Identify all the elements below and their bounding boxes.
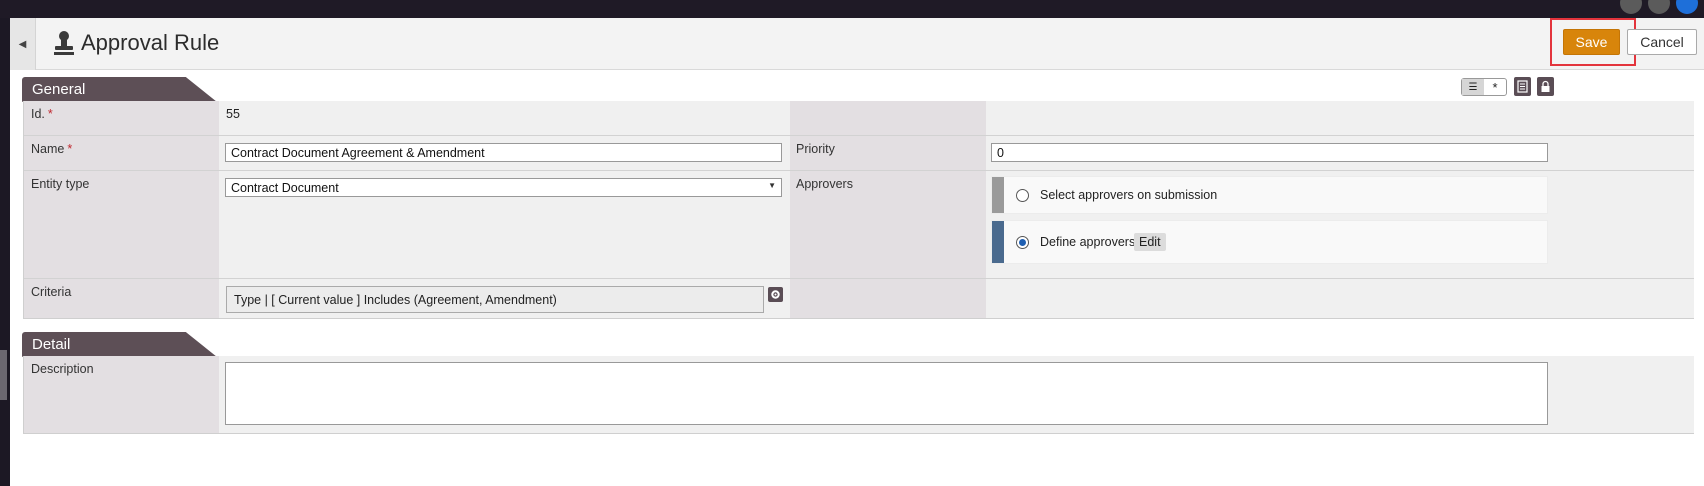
id-value: 55 (226, 107, 240, 121)
list-icon[interactable]: ☰ (1462, 79, 1484, 95)
approval-rule-window: ◀ Approval Rule Save Cancel General ☰ * (10, 18, 1704, 486)
chevron-down-icon: ▼ (768, 181, 776, 190)
cancel-button[interactable]: Cancel (1627, 29, 1697, 55)
criteria-field[interactable]: Type | [ Current value ] Includes (Agree… (226, 286, 764, 313)
side-panel-handle[interactable] (0, 350, 7, 400)
asterisk-icon[interactable]: * (1484, 79, 1506, 95)
general-grid: Id. * 55 Name * Contract Document Agreemen… (23, 101, 1694, 319)
stamp-icon (52, 30, 76, 56)
priority-field[interactable]: 0 (991, 143, 1548, 162)
entity-type-value: Contract Document (231, 181, 339, 195)
id-label: Id. * (31, 107, 53, 121)
approver-option-label: Select approvers on submission (1040, 188, 1218, 202)
collapse-sidebar-button[interactable]: ◀ (10, 18, 36, 70)
name-label: Name * (31, 142, 73, 156)
view-toggle[interactable]: ☰ * (1461, 78, 1507, 96)
top-bar (0, 0, 1704, 18)
entity-type-label: Entity type (31, 177, 90, 191)
section-title: General (32, 81, 86, 98)
window-control-icon[interactable] (1620, 0, 1642, 14)
entity-type-select[interactable]: Contract Document ▼ (225, 178, 782, 197)
section-tab-general[interactable]: General (22, 77, 217, 102)
radio-define-approvers[interactable] (1016, 236, 1029, 249)
detail-grid: Description (23, 356, 1694, 434)
required-marker: * (67, 142, 73, 156)
description-textarea[interactable] (225, 362, 1548, 425)
gear-icon[interactable] (768, 287, 783, 302)
radio-select-on-submission[interactable] (1016, 189, 1029, 202)
name-field[interactable]: Contract Document Agreement & Amendment (225, 143, 782, 162)
description-label: Description (31, 362, 94, 376)
approver-option-label: Define approvers (1040, 235, 1136, 249)
approver-option-select-on-submission[interactable]: Select approvers on submission (991, 176, 1548, 214)
page-header: ◀ Approval Rule Save Cancel (10, 18, 1704, 70)
approvers-label: Approvers (796, 177, 853, 191)
section-title: Detail (32, 336, 71, 353)
section-tab-detail[interactable]: Detail (22, 332, 217, 357)
approver-option-define[interactable]: Define approvers Edit (991, 220, 1548, 264)
save-button[interactable]: Save (1563, 29, 1620, 55)
window-control-icon[interactable] (1648, 0, 1670, 14)
required-marker: * (47, 107, 53, 121)
triangle-left-icon: ◀ (18, 38, 27, 50)
edit-approvers-button[interactable]: Edit (1134, 233, 1166, 251)
priority-label: Priority (796, 142, 835, 156)
lock-icon[interactable] (1537, 77, 1554, 96)
page-title: Approval Rule (81, 30, 220, 55)
notes-icon[interactable] (1514, 77, 1531, 96)
criteria-label: Criteria (31, 285, 72, 299)
window-control-icon[interactable] (1676, 0, 1698, 14)
